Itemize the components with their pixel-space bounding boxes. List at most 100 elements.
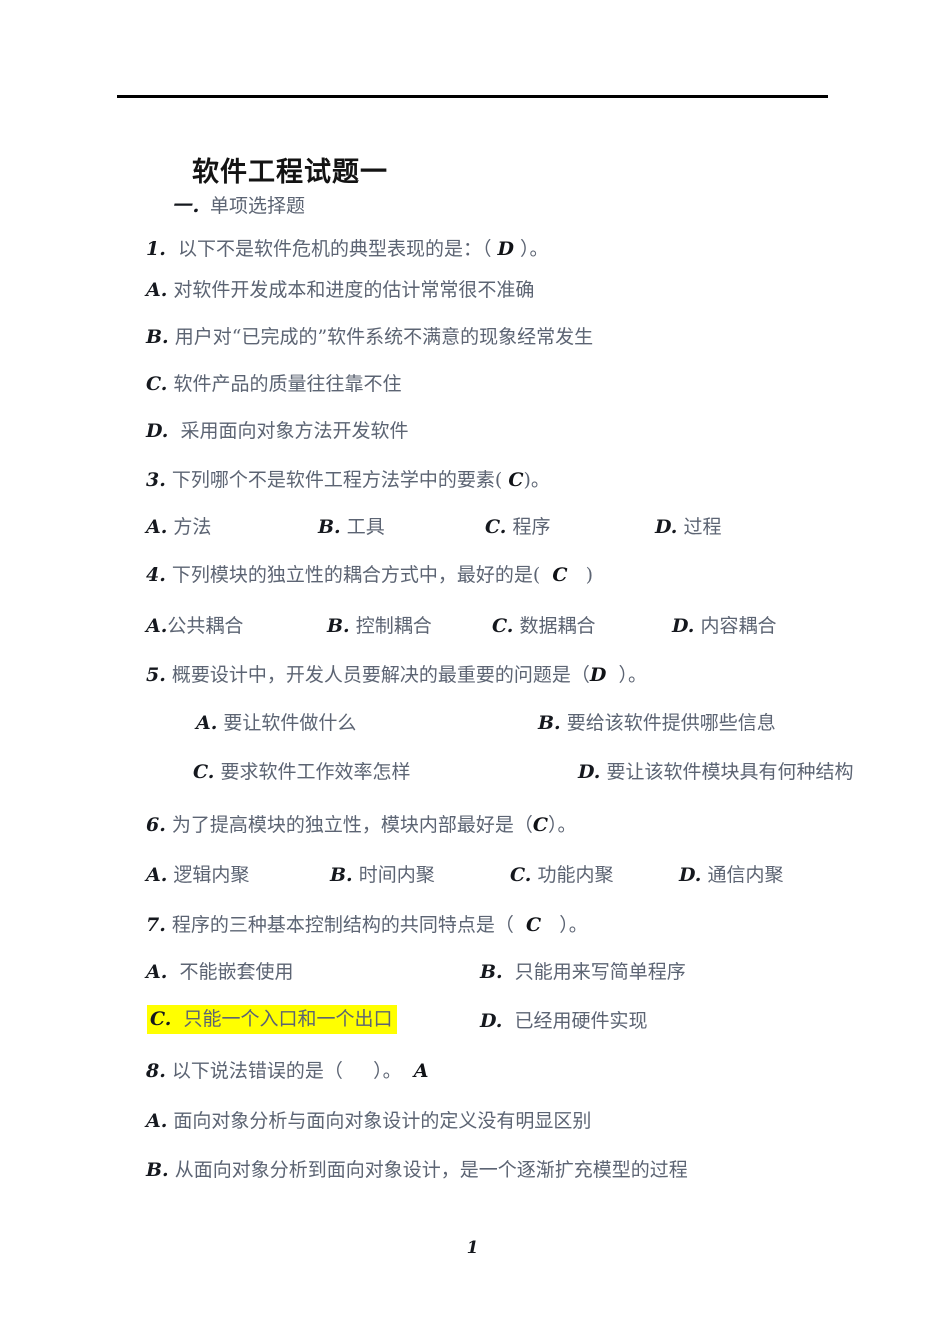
option-text: 要让该软件模块具有何种结构 [606, 761, 854, 783]
question-text-tail: ) [585, 564, 594, 586]
option-item[interactable]: D. 内容耦合 [672, 617, 776, 636]
option-item[interactable]: A. 方法 [146, 518, 211, 537]
section-label: 一． [172, 195, 211, 217]
option-text: 通信内聚 [707, 864, 784, 886]
option-item[interactable]: B. 从面向对象分析到面向对象设计，是一个逐渐扩充模型的过程 [146, 1161, 688, 1180]
option-item[interactable]: B. 工具 [318, 518, 385, 537]
option-item[interactable]: C. 软件产品的质量往往靠不住 [146, 375, 401, 394]
option-text: 只能一个入口和一个出口 [183, 1008, 393, 1030]
option-label: B. [538, 712, 561, 734]
option-text: 采用面向对象方法开发软件 [180, 420, 409, 442]
option-item[interactable]: B. 时间内聚 [330, 866, 435, 885]
option-label: B. [146, 326, 169, 348]
option-label: C. [492, 615, 514, 637]
question-number: 5. [146, 664, 166, 686]
answer-letter: D [589, 664, 607, 686]
question-number: 3. [146, 469, 166, 491]
option-label: C. [150, 1008, 172, 1030]
question-text-tail: ）。 [373, 1060, 402, 1082]
page-title: 软件工程试题一 [192, 157, 388, 188]
option-item[interactable]: C. 程序 [485, 518, 550, 537]
answer-letter: C [552, 564, 568, 586]
option-item[interactable]: A. 不能嵌套使用 [146, 963, 293, 982]
section-heading: 一．单项选择题 [172, 197, 305, 216]
option-label: B. [146, 1159, 169, 1181]
option-label: D. [655, 516, 678, 538]
question-text-tail: ）。 [618, 664, 647, 686]
question-stem: 3. 下列哪个不是软件工程方法学中的要素( C)。 [146, 471, 550, 490]
option-label: A. [146, 1110, 168, 1132]
option-item[interactable]: B. 控制耦合 [327, 617, 432, 636]
question-text-tail: ）。 [520, 238, 549, 260]
question-stem: 1. 以下不是软件危机的典型表现的是：（ D ）。 [146, 240, 549, 259]
option-item[interactable]: A. 逻辑内聚 [146, 866, 249, 885]
question-text: 以下说法错误的是（ [171, 1060, 343, 1082]
document-page: 软件工程试题一 一．单项选择题 1. 以下不是软件危机的典型表现的是：（ D ）… [0, 0, 945, 1337]
option-item[interactable]: D. 过程 [655, 518, 721, 537]
option-item[interactable]: D. 采用面向对象方法开发软件 [146, 422, 409, 441]
header-rule [117, 95, 828, 98]
question-text: 概要设计中，开发人员要解决的最重要的问题是（ [171, 664, 590, 686]
option-item[interactable]: D. 要让该软件模块具有何种结构 [578, 763, 853, 782]
option-text: 逻辑内聚 [173, 864, 250, 886]
option-text: 已经用硬件实现 [514, 1010, 648, 1032]
option-text: 数据耦合 [519, 615, 596, 637]
option-text: 内容耦合 [700, 615, 777, 637]
option-label: D. [146, 420, 169, 442]
option-text: 时间内聚 [358, 864, 435, 886]
question-stem: 5. 概要设计中，开发人员要解决的最重要的问题是（D ）。 [146, 666, 647, 685]
option-text: 要求软件工作效率怎样 [220, 761, 411, 783]
option-text: 用户对“已完成的”软件系统不满意的现象经常发生 [174, 326, 594, 348]
option-label: C. [146, 373, 168, 395]
option-item[interactable]: D. 已经用硬件实现 [480, 1012, 648, 1031]
option-item[interactable]: A. 对软件开发成本和进度的估计常常很不准确 [146, 281, 534, 300]
option-label: B. [330, 864, 353, 886]
question-text: 下列哪个不是软件工程方法学中的要素( [171, 469, 503, 491]
option-item[interactable]: B. 只能用来写简单程序 [480, 963, 686, 982]
question-text-tail: ）。 [559, 914, 588, 936]
option-label: A. [146, 279, 168, 301]
question-stem: 6. 为了提高模块的独立性，模块内部最好是（C）。 [146, 816, 577, 835]
option-label: C. [193, 761, 215, 783]
option-label: A. [146, 516, 168, 538]
option-label: A. [146, 864, 168, 886]
option-text: 控制耦合 [355, 615, 432, 637]
question-text: 以下不是软件危机的典型表现的是：（ [177, 238, 492, 260]
highlight-marker: C. 只能一个入口和一个出口 [147, 1005, 397, 1034]
answer-letter: C [508, 469, 524, 491]
question-text-tail: ）。 [548, 814, 577, 836]
option-item-highlighted[interactable]: C. 只能一个入口和一个出口 [147, 1005, 397, 1034]
question-number: 1. [146, 238, 166, 260]
option-label: D. [672, 615, 695, 637]
question-text: 下列模块的独立性的耦合方式中，最好的是( [171, 564, 541, 586]
question-stem: 4. 下列模块的独立性的耦合方式中，最好的是( C ) [146, 566, 593, 585]
option-item[interactable]: A. 要让软件做什么 [196, 714, 356, 733]
option-item[interactable]: B. 用户对“已完成的”软件系统不满意的现象经常发生 [146, 328, 593, 347]
answer-letter: A [413, 1060, 429, 1082]
option-text: 只能用来写简单程序 [514, 961, 686, 983]
option-item[interactable]: A.公共耦合 [146, 617, 243, 636]
option-text: 程序 [512, 516, 551, 538]
answer-letter: C [532, 814, 549, 836]
option-item[interactable]: C. 功能内聚 [510, 866, 613, 885]
option-label: D. [480, 1010, 503, 1032]
option-label: B. [327, 615, 350, 637]
option-item[interactable]: B. 要给该软件提供哪些信息 [538, 714, 776, 733]
option-item[interactable]: C. 要求软件工作效率怎样 [193, 763, 410, 782]
option-label: C. [485, 516, 507, 538]
option-item[interactable]: C. 数据耦合 [492, 617, 595, 636]
option-item[interactable]: A. 面向对象分析与面向对象设计的定义没有明显区别 [146, 1112, 591, 1131]
option-text: 不能嵌套使用 [179, 961, 294, 983]
option-text: 从面向对象分析到面向对象设计，是一个逐渐扩充模型的过程 [174, 1159, 688, 1181]
question-text: 程序的三种基本控制结构的共同特点是（ [171, 914, 514, 936]
option-label: D. [578, 761, 601, 783]
option-text: 要让软件做什么 [223, 712, 357, 734]
answer-letter: C [526, 914, 542, 936]
option-item[interactable]: D. 通信内聚 [679, 866, 783, 885]
option-label: A. [196, 712, 218, 734]
question-number: 7. [146, 914, 166, 936]
option-text: 过程 [683, 516, 722, 538]
question-number: 6. [146, 814, 166, 836]
page-number: 1 [466, 1238, 479, 1258]
question-text: 为了提高模块的独立性，模块内部最好是（ [171, 814, 533, 836]
